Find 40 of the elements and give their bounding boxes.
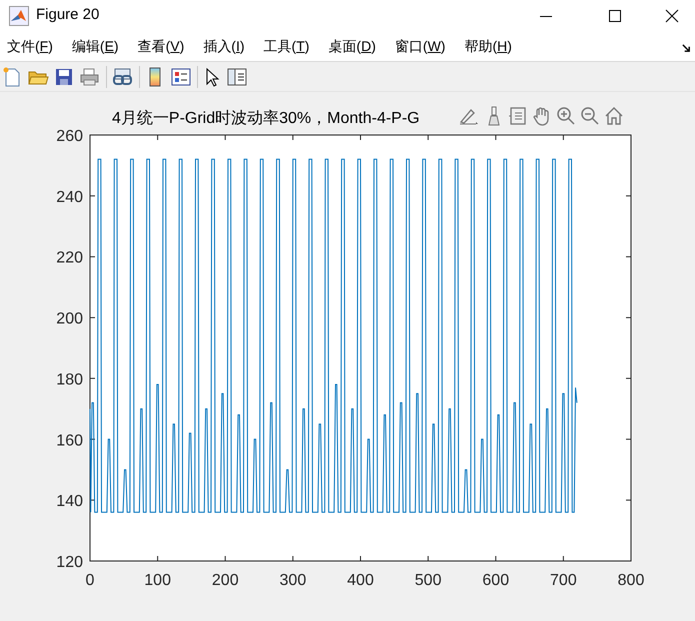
window-title: Figure 20: [36, 5, 100, 26]
y-tick-label: 260: [56, 128, 83, 145]
x-tick-label: 100: [144, 572, 171, 589]
home-icon[interactable]: [604, 106, 624, 126]
property-panel-icon[interactable]: [226, 66, 248, 86]
menu-item[interactable]: 工具(T): [264, 36, 310, 56]
x-tick-label: 200: [212, 572, 239, 589]
zoom-out-icon[interactable]: [580, 106, 600, 126]
x-tick-label: 300: [280, 572, 306, 589]
menu-item[interactable]: 窗口(W): [394, 36, 446, 56]
y-tick-label: 140: [56, 493, 83, 510]
menu-item[interactable]: 桌面(D): [328, 36, 376, 56]
y-tick-label: 180: [56, 371, 83, 388]
x-tick-label: 500: [414, 572, 442, 589]
menu-item[interactable]: 编辑(E): [72, 36, 119, 56]
x-tick-label: 700: [550, 572, 577, 589]
close-icon[interactable]: [665, 8, 679, 22]
link-icon[interactable]: [112, 66, 134, 86]
x-tick-label: 0: [86, 572, 94, 589]
menu-item[interactable]: 文件(F): [7, 36, 53, 56]
y-tick-label: 120: [56, 554, 83, 571]
new-file-icon[interactable]: [2, 66, 22, 88]
dock-arrow-icon[interactable]: [682, 44, 691, 53]
app-logo-icon: [9, 6, 29, 26]
menu-item[interactable]: 查看(V): [138, 36, 184, 56]
menu-item[interactable]: 帮助(H): [464, 36, 512, 56]
x-tick-label: 800: [618, 572, 644, 589]
x-tick-label: 600: [482, 572, 510, 589]
save-icon[interactable]: [54, 66, 74, 86]
y-tick-label: 240: [56, 188, 83, 206]
maximize-icon[interactable]: [608, 8, 622, 22]
menu-item[interactable]: 插入(I): [203, 36, 245, 56]
zoom-in-icon[interactable]: [556, 106, 576, 126]
chart-title: 4月统一P-Grid时波动率30%，Month-4-P-G: [112, 109, 420, 129]
legend-icon[interactable]: [170, 66, 192, 86]
y-tick-label: 220: [56, 250, 83, 267]
x-tick-label: 400: [347, 572, 374, 589]
print-icon[interactable]: [79, 66, 101, 86]
y-tick-label: 200: [56, 310, 83, 328]
y-tick-label: 160: [56, 432, 83, 450]
